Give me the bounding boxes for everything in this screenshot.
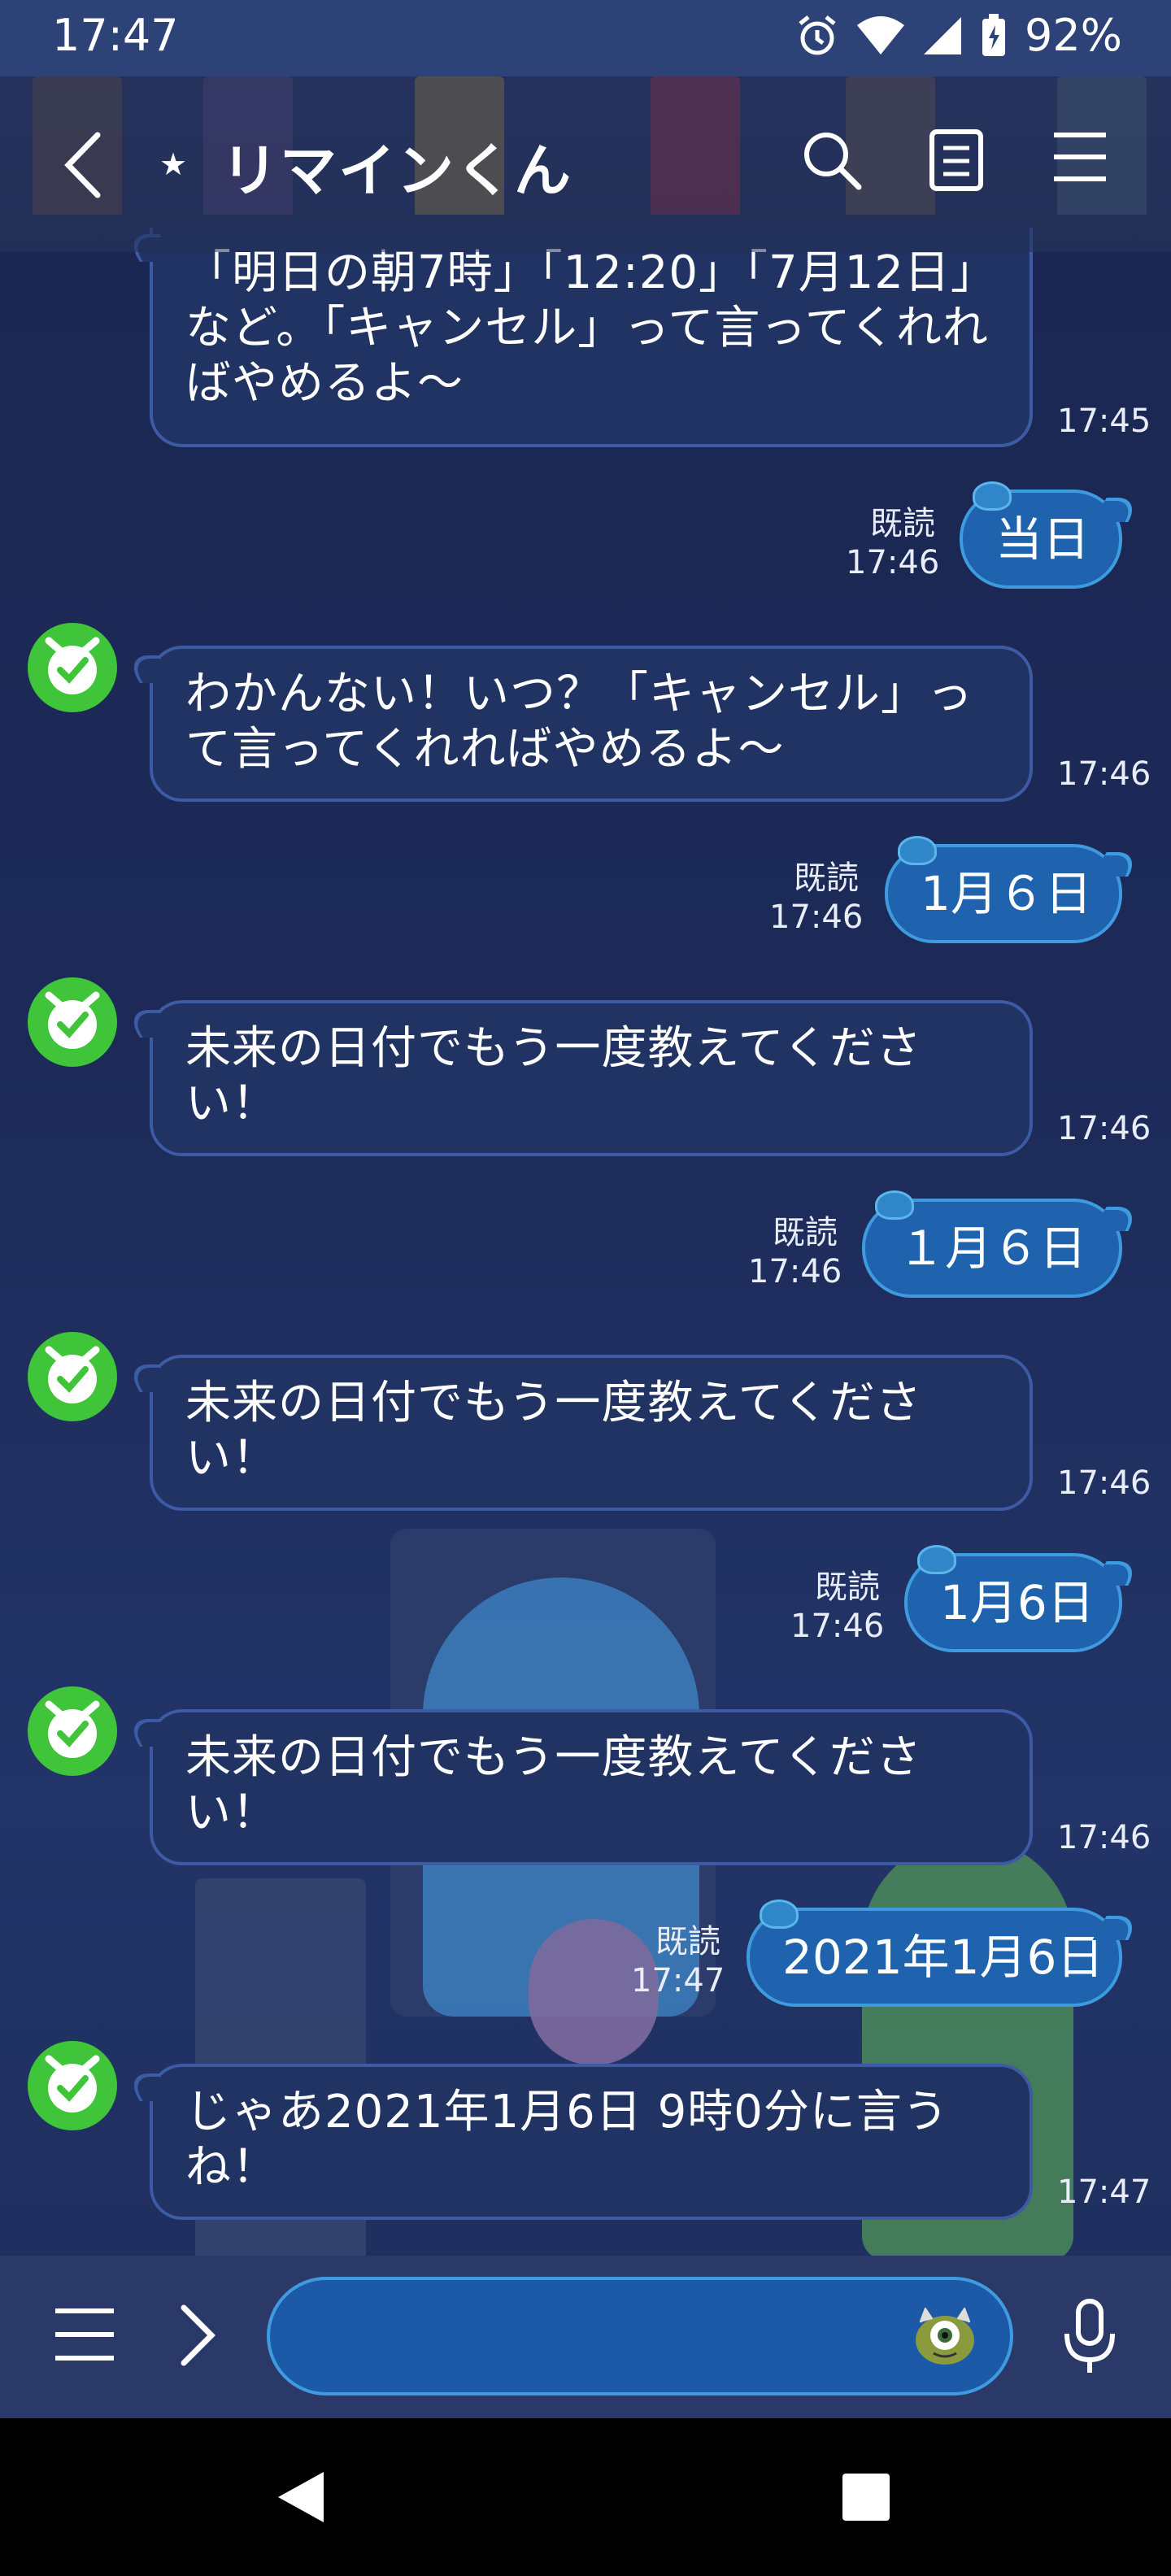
battery-percent: 92% [1024,10,1122,61]
bot-avatar-icon[interactable] [28,2041,117,2130]
read-receipt: 既読 17:46 [769,859,864,937]
battery-icon [982,13,1005,56]
bubble-monster-icon [760,1899,799,1929]
message-text: １月６日 [898,1221,1087,1276]
message-text: 未来の日付でもう一度教えてください！ [185,1377,922,1485]
bubble-monster-icon [917,1545,956,1574]
message-text: 未来の日付でもう一度教えてください！ [185,1022,922,1130]
message-text: 2021年1月6日 [782,1930,1104,1985]
signal-icon [923,16,961,54]
incoming-message[interactable]: 未来の日付でもう一度教えてください！ [150,1000,1033,1156]
mic-icon[interactable] [1060,2298,1119,2376]
outgoing-message[interactable]: 1月６日 [885,836,1122,943]
alarm-icon [799,15,836,54]
favorite-star-icon[interactable]: ★ [159,146,187,182]
message-time: 17:46 [790,1608,885,1645]
read-receipt: 既読 17:46 [790,1568,885,1646]
bot-avatar-icon[interactable] [28,1332,117,1421]
read-label: 既読 [794,859,859,897]
expand-arrow-icon[interactable] [177,2303,218,2368]
read-receipt: 既読 17:46 [846,504,940,582]
nav-back-icon[interactable] [275,2469,327,2526]
message-time: 17:46 [846,544,940,581]
outgoing-message[interactable]: 2021年1月6日 [747,1899,1122,2007]
read-label: 既読 [815,1569,880,1606]
message-time: 17:46 [769,899,864,936]
notes-icon[interactable] [929,128,984,192]
status-icons: 92% [795,10,1122,61]
input-bar [0,2256,1171,2418]
bot-avatar-icon[interactable] [28,977,117,1067]
search-icon[interactable] [800,128,864,192]
message-input[interactable] [267,2277,1013,2395]
outgoing-message[interactable]: １月６日 [862,1190,1122,1298]
message-text: 1月６日 [921,866,1092,921]
read-label: 既読 [655,1923,720,1960]
chat-title: リマインくん [221,137,572,204]
wifi-icon [856,15,904,54]
list-menu-icon[interactable] [54,2306,115,2363]
nav-recents-icon[interactable] [841,2472,891,2522]
bot-avatar-icon[interactable] [28,1686,117,1776]
message-text: 当日 [995,511,1090,567]
read-receipt: 既読 17:47 [631,1922,725,2000]
incoming-message[interactable]: 「明日の朝7時」「12:20」「7月12日」など。「キャンセル」って言ってくれれ… [150,228,1033,447]
incoming-message[interactable]: 未来の日付でもう一度教えてください！ [150,1709,1033,1865]
system-nav-bar [0,2418,1171,2576]
incoming-message[interactable]: 未来の日付でもう一度教えてください！ [150,1355,1033,1511]
message-text: 1月6日 [940,1575,1095,1630]
message-time: 17:45 [1057,402,1151,440]
bubble-monster-icon [973,481,1012,511]
incoming-message[interactable]: じゃあ2021年1月6日 9時0分に言うね！ [150,2064,1033,2220]
outgoing-message[interactable]: 1月6日 [904,1545,1122,1652]
message-time: 17:46 [748,1253,842,1290]
bot-avatar-icon[interactable] [28,623,117,712]
message-time: 17:46 [1057,1464,1151,1502]
read-label: 既読 [773,1214,838,1251]
chat-header: ★ リマインくん [0,76,1171,252]
read-label: 既読 [870,505,935,542]
message-time: 17:46 [1057,1110,1151,1147]
bubble-monster-icon [898,836,937,865]
message-time: 17:46 [1057,1819,1151,1856]
status-time: 17:47 [52,10,179,61]
read-receipt: 既読 17:46 [748,1213,842,1291]
menu-icon[interactable] [1052,128,1108,185]
message-text: 未来の日付でもう一度教えてください！ [185,1731,922,1839]
message-text: わかんない！いつ？「キャンセル」って言ってくれればやめるよ〜 [185,668,973,776]
back-arrow-icon[interactable] [62,130,102,200]
bubble-monster-icon [875,1190,914,1220]
outgoing-message[interactable]: 当日 [960,481,1122,589]
message-time: 17:47 [1057,2174,1151,2211]
incoming-message[interactable]: わかんない！いつ？「キャンセル」って言ってくれればやめるよ〜 [150,646,1033,802]
message-text: 「明日の朝7時」「12:20」「7月12日」など。「キャンセル」って言ってくれれ… [185,246,997,410]
message-time: 17:47 [631,1962,725,1999]
message-text: じゃあ2021年1月6日 9時0分に言うね！ [185,2086,949,2194]
monster-sticker-icon[interactable] [912,2308,977,2366]
status-bar: 17:47 92% [0,0,1171,76]
message-time: 17:46 [1057,755,1151,793]
